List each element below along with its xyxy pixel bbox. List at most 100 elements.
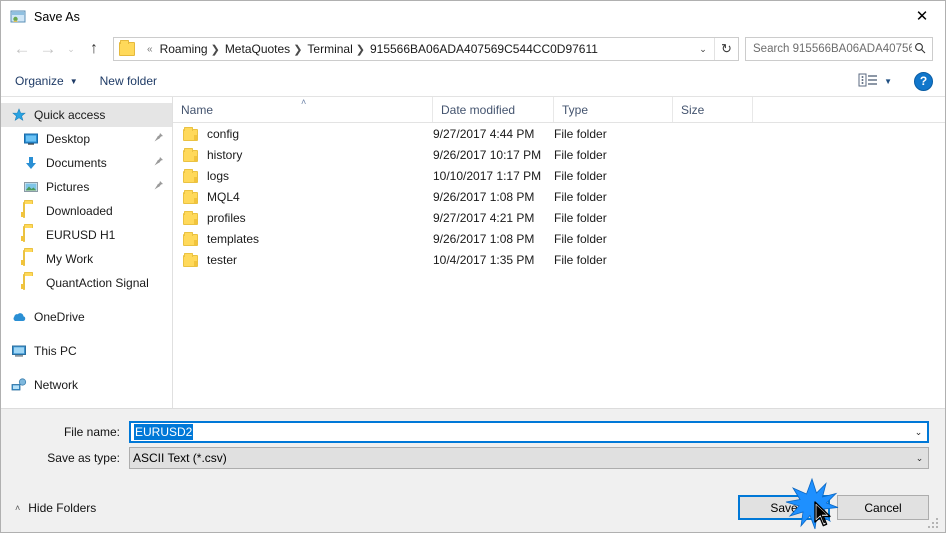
table-row[interactable]: config 9/27/2017 4:44 PM File folder — [173, 123, 945, 144]
folder-icon — [23, 274, 39, 291]
sidebar-item-quantaction-signal[interactable]: QuantAction Signal — [1, 271, 172, 295]
column-header-name[interactable]: Name ˄ — [173, 97, 433, 122]
file-name-label: profiles — [207, 210, 246, 225]
breadcrumb-item-metaquotes[interactable]: MetaQuotes — [224, 42, 291, 56]
breadcrumb-overflow[interactable]: « — [141, 44, 159, 55]
cell-date-modified: 10/10/2017 1:17 PM — [433, 168, 542, 183]
sidebar-item-desktop[interactable]: Desktop — [1, 127, 172, 151]
chevron-down-icon[interactable]: ⌄ — [910, 427, 927, 438]
up-one-level-icon[interactable]: ↑ — [81, 36, 107, 62]
chevron-up-icon: ˄ — [15, 502, 21, 513]
breadcrumb-item-terminal[interactable]: Terminal — [306, 42, 353, 56]
navigation-bar: ← → ⌄ ↑ « Roaming ❯ MetaQuotes ❯ Termina… — [1, 32, 945, 66]
command-toolbar: Organize ▼ New folder ▼ ? — [1, 66, 945, 97]
cell-type: File folder — [554, 231, 607, 246]
close-icon[interactable]: ✕ — [899, 1, 945, 32]
cell-name: profiles — [173, 210, 433, 225]
network-icon — [11, 377, 27, 393]
table-row[interactable]: templates 9/26/2017 1:08 PM File folder — [173, 228, 945, 249]
recent-locations-icon[interactable]: ⌄ — [61, 36, 81, 62]
save-as-type-value: ASCII Text (*.csv) — [133, 451, 227, 465]
breadcrumb-item-roaming[interactable]: Roaming — [159, 42, 209, 56]
dialog-body: Quick access Desktop Documents Pictures … — [1, 97, 945, 408]
cell-name: MQL4 — [173, 189, 433, 204]
folder-icon — [183, 126, 198, 141]
save-as-type-select[interactable]: ASCII Text (*.csv) ⌄ — [129, 447, 929, 469]
cancel-button[interactable]: Cancel — [837, 495, 929, 520]
sort-ascending-icon: ˄ — [301, 97, 307, 107]
sidebar-item-quick-access[interactable]: Quick access — [1, 103, 172, 127]
pin-icon[interactable] — [153, 156, 164, 170]
sidebar-item-label: Documents — [46, 156, 107, 170]
sidebar-item-documents[interactable]: Documents — [1, 151, 172, 175]
save-as-dialog: Save As ✕ ← → ⌄ ↑ « Roaming ❯ MetaQuotes… — [0, 0, 946, 533]
navigation-pane: Quick access Desktop Documents Pictures … — [1, 97, 173, 408]
cell-date-modified: 9/26/2017 1:08 PM — [433, 231, 535, 246]
sidebar-item-this-pc[interactable]: This PC — [1, 339, 172, 363]
file-name-label: logs — [207, 168, 230, 183]
window-title: Save As — [34, 9, 80, 24]
table-row[interactable]: logs 10/10/2017 1:17 PM File folder — [173, 165, 945, 186]
folder-icon — [183, 189, 198, 204]
save-as-type-row: Save as type: ASCII Text (*.csv) ⌄ — [17, 447, 929, 469]
organize-button[interactable]: Organize ▼ — [15, 74, 78, 88]
file-name-label: config — [207, 126, 240, 141]
file-name-label: File name: — [63, 425, 120, 439]
column-header-type[interactable]: Type — [554, 97, 673, 122]
table-row[interactable]: MQL4 9/26/2017 1:08 PM File folder — [173, 186, 945, 207]
forward-icon[interactable]: → — [35, 36, 61, 62]
sidebar-item-label: This PC — [34, 344, 77, 358]
folder-icon — [183, 147, 198, 162]
cell-date-modified: 9/26/2017 1:08 PM — [433, 189, 535, 204]
file-name-row: File name: EURUSD2 ⌄ — [17, 421, 929, 443]
table-row[interactable]: tester 10/4/2017 1:35 PM File folder — [173, 249, 945, 270]
chevron-down-icon[interactable]: ⌄ — [692, 38, 714, 60]
sidebar-item-label: Quick access — [34, 108, 106, 122]
cell-type: File folder — [554, 168, 607, 183]
table-row[interactable]: profiles 9/27/2017 4:21 PM File folder — [173, 207, 945, 228]
hide-folders-button[interactable]: ˄ Hide Folders — [11, 501, 96, 515]
breadcrumb-sep-3[interactable]: ❯ — [354, 43, 369, 56]
new-folder-button[interactable]: New folder — [100, 74, 157, 88]
refresh-icon[interactable]: ↻ — [714, 38, 738, 60]
new-folder-label: New folder — [99, 74, 157, 88]
back-icon[interactable]: ← — [9, 36, 35, 62]
chevron-down-icon: ▼ — [69, 76, 78, 86]
this-pc-icon — [11, 343, 27, 359]
sidebar-item-onedrive[interactable]: OneDrive — [1, 305, 172, 329]
change-view-icon[interactable] — [858, 72, 880, 90]
table-row[interactable]: history 9/26/2017 10:17 PM File folder — [173, 144, 945, 165]
save-as-window-icon — [10, 9, 26, 25]
sidebar-item-eurusd-h1[interactable]: EURUSD H1 — [1, 223, 172, 247]
address-bar[interactable]: « Roaming ❯ MetaQuotes ❯ Terminal ❯ 9155… — [113, 37, 739, 61]
sidebar-item-pictures[interactable]: Pictures — [1, 175, 172, 199]
pin-icon[interactable] — [153, 180, 164, 194]
breadcrumb-sep-1[interactable]: ❯ — [209, 43, 224, 56]
cell-name: config — [173, 126, 433, 141]
breadcrumb-item-terminal-id[interactable]: 915566BA06ADA407569C544CC0D97611 — [369, 42, 599, 56]
sidebar-item-label: Network — [34, 378, 79, 392]
cell-date-modified: 9/26/2017 10:17 PM — [433, 147, 542, 162]
folder-icon — [183, 168, 198, 183]
breadcrumb-sep-2[interactable]: ❯ — [291, 43, 306, 56]
sidebar-item-label: QuantAction Signal — [46, 276, 149, 290]
chevron-down-icon[interactable]: ⌄ — [911, 453, 928, 464]
sidebar-item-downloaded[interactable]: Downloaded — [1, 199, 172, 223]
save-button[interactable]: Save — [738, 495, 830, 520]
folder-icon — [23, 202, 39, 219]
pin-icon[interactable] — [153, 132, 164, 146]
column-header-name-label: Name — [181, 102, 214, 117]
search-input[interactable]: Search 915566BA06ADA40756… — [745, 37, 933, 61]
file-name-label: MQL4 — [207, 189, 240, 204]
sidebar-item-label: My Work — [46, 252, 94, 266]
sidebar-item-network[interactable]: Network — [1, 373, 172, 397]
save-as-type-label: Save as type: — [47, 451, 120, 465]
file-name-input[interactable]: EURUSD2 ⌄ — [129, 421, 929, 443]
onedrive-icon — [11, 309, 27, 325]
column-header-date-modified[interactable]: Date modified — [433, 97, 554, 122]
view-options-chevron-down-icon[interactable]: ▼ — [884, 77, 892, 86]
column-header-size[interactable]: Size — [673, 97, 753, 122]
sidebar-item-my-work[interactable]: My Work — [1, 247, 172, 271]
help-button[interactable]: ? — [914, 71, 933, 91]
resize-grip[interactable] — [928, 516, 941, 529]
